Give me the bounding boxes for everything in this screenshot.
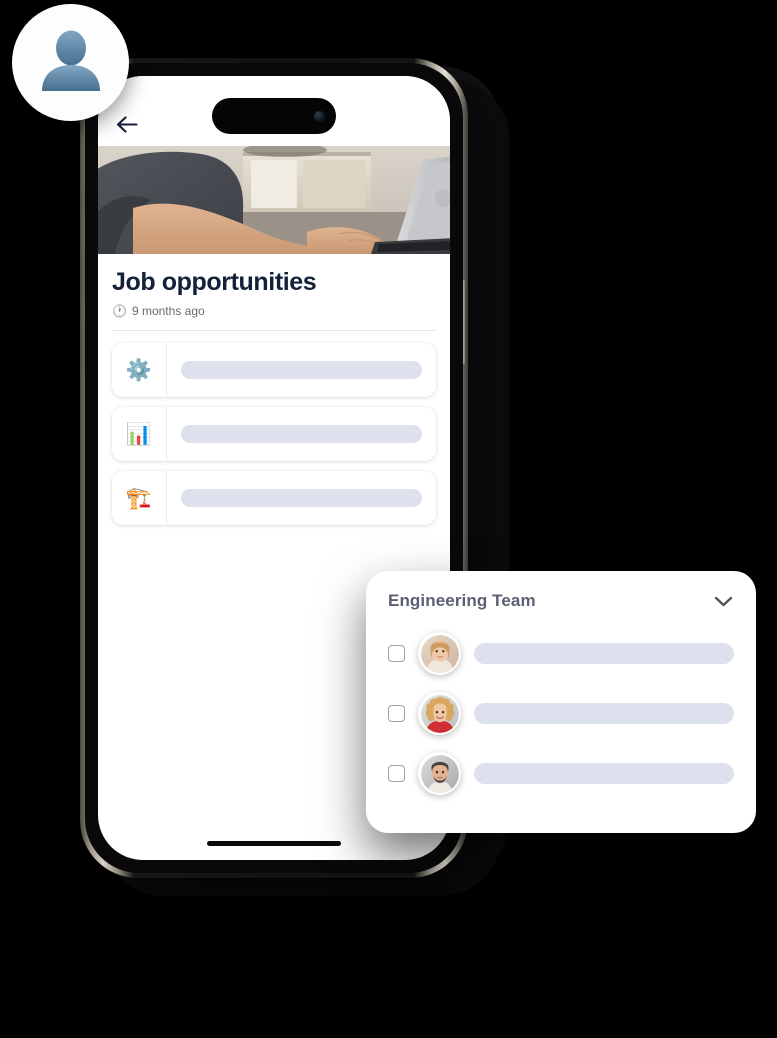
dynamic-island [212, 98, 336, 134]
user-silhouette-icon [41, 30, 100, 91]
placeholder-bar [181, 361, 422, 379]
chevron-down-icon[interactable] [713, 595, 734, 608]
post-meta: 🕐 9 months ago [112, 304, 436, 331]
placeholder-bar [474, 763, 734, 784]
hero-image [98, 146, 450, 254]
home-indicator[interactable] [207, 841, 341, 846]
list-item[interactable] [388, 692, 734, 735]
placeholder-bar [181, 489, 422, 507]
member-photo [420, 694, 459, 733]
member-photo [420, 754, 459, 793]
front-camera-icon [314, 110, 325, 122]
list-item[interactable]: 🏗️ [112, 471, 436, 525]
team-panel-title: Engineering Team [388, 591, 536, 610]
page-title: Job opportunities [112, 268, 317, 296]
avatar[interactable] [418, 632, 461, 675]
placeholder-bar [474, 643, 734, 664]
list-item-body [167, 407, 436, 461]
opportunity-card-list: ⚙️ 📊 🏗️ [112, 343, 436, 525]
list-item-body [167, 471, 436, 525]
avatar[interactable] [418, 752, 461, 795]
back-arrow-icon[interactable] [116, 115, 138, 134]
member-checkbox[interactable] [388, 705, 405, 722]
bar-chart-icon: 📊 [112, 407, 167, 461]
engineering-team-panel: Engineering Team [366, 571, 756, 833]
member-photo [420, 634, 459, 673]
avatar[interactable] [418, 692, 461, 735]
list-item[interactable]: 📊 [112, 407, 436, 461]
member-checkbox[interactable] [388, 645, 405, 662]
placeholder-bar [181, 425, 422, 443]
gear-icon: ⚙️ [112, 343, 167, 397]
list-item-body [167, 343, 436, 397]
construction-crane-icon: 🏗️ [112, 471, 167, 525]
post-timestamp: 9 months ago [131, 304, 205, 318]
team-panel-header: Engineering Team [388, 591, 734, 611]
list-item[interactable] [388, 632, 734, 675]
clock-icon: 🕐 [112, 304, 127, 318]
team-member-list [388, 632, 734, 795]
list-item[interactable]: ⚙️ [112, 343, 436, 397]
member-checkbox[interactable] [388, 765, 405, 782]
app-content: Job opportunities 🕐 9 months ago ⚙️ 📊 🏗️ [98, 268, 450, 525]
placeholder-bar [474, 703, 734, 724]
avatar[interactable] [12, 4, 129, 121]
list-item[interactable] [388, 752, 734, 795]
